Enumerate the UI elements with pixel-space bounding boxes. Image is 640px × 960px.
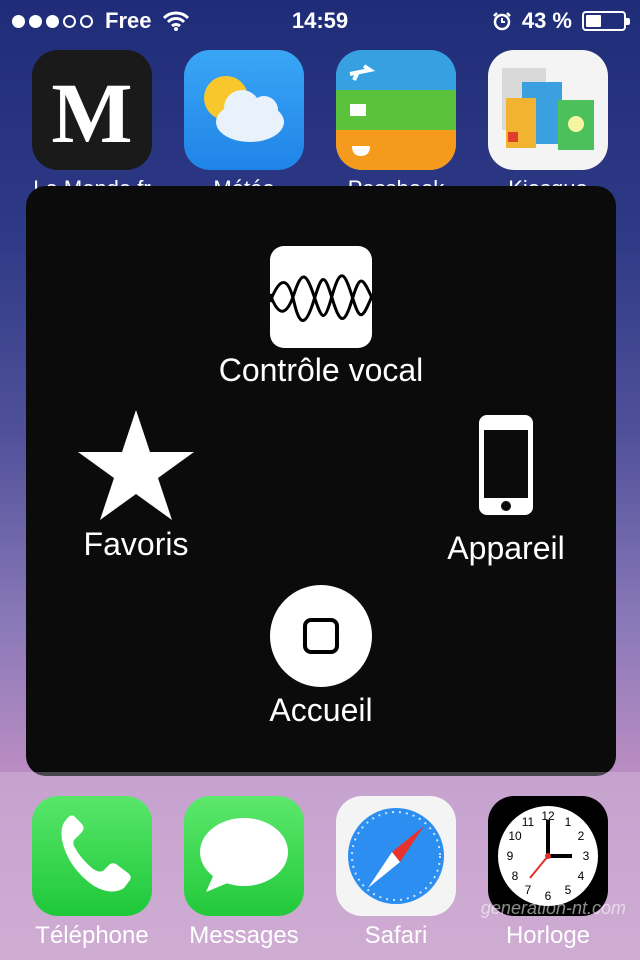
svg-text:8: 8	[512, 869, 519, 883]
app-phone[interactable]	[32, 796, 152, 916]
dock-label-phone: Téléphone	[35, 922, 149, 949]
le-monde-icon: M	[51, 65, 132, 161]
device-label: Appareil	[447, 530, 565, 566]
menu-voice-control[interactable]: Contrôle vocal	[171, 246, 471, 389]
device-phone-icon	[479, 415, 533, 515]
app-passbook[interactable]	[336, 50, 456, 170]
menu-favorites[interactable]: Favoris	[46, 410, 226, 563]
app-kiosque[interactable]	[488, 50, 608, 170]
app-le-monde[interactable]: M	[32, 50, 152, 170]
svg-text:11: 11	[522, 815, 535, 829]
assistive-touch-menu: Contrôle vocal Favoris Appareil Accueil	[26, 186, 616, 776]
voice-control-label: Contrôle vocal	[218, 352, 424, 388]
voice-wave-icon	[270, 246, 372, 348]
app-meteo[interactable]	[184, 50, 304, 170]
newsstand-icon	[502, 68, 594, 150]
menu-home[interactable]: Accueil	[221, 584, 421, 729]
weather-icon	[204, 76, 284, 142]
status-right: 43 %	[492, 8, 630, 34]
svg-text:1: 1	[565, 815, 572, 829]
passbook-icon	[336, 50, 456, 170]
favorites-label: Favoris	[83, 526, 189, 562]
dock-label-messages: Messages	[189, 922, 299, 949]
svg-text:5: 5	[565, 883, 572, 897]
svg-text:9: 9	[507, 849, 514, 863]
safari-icon	[348, 808, 444, 904]
phone-icon	[61, 815, 131, 892]
star-icon	[78, 410, 194, 520]
battery-fill	[586, 15, 602, 27]
home-button-icon	[270, 585, 372, 687]
alarm-icon	[492, 12, 511, 31]
app-safari[interactable]	[336, 796, 456, 916]
menu-device[interactable]: Appareil	[416, 414, 596, 567]
dock-label-safari: Safari	[364, 922, 428, 949]
battery-icon	[582, 11, 630, 31]
messages-icon	[200, 818, 288, 892]
app-messages[interactable]	[184, 796, 304, 916]
svg-text:4: 4	[578, 869, 585, 883]
battery-percent: 43 %	[521, 8, 572, 33]
home-label: Accueil	[269, 692, 373, 728]
svg-text:10: 10	[508, 829, 522, 843]
dock-label-clock: Horloge	[505, 922, 591, 949]
svg-text:3: 3	[583, 849, 590, 863]
svg-text:7: 7	[525, 883, 532, 897]
watermark: generation-nt.com	[480, 898, 626, 918]
status-bar: Free 14:59 43 %	[0, 0, 640, 40]
svg-text:M: M	[51, 65, 132, 161]
svg-text:2: 2	[578, 829, 585, 843]
